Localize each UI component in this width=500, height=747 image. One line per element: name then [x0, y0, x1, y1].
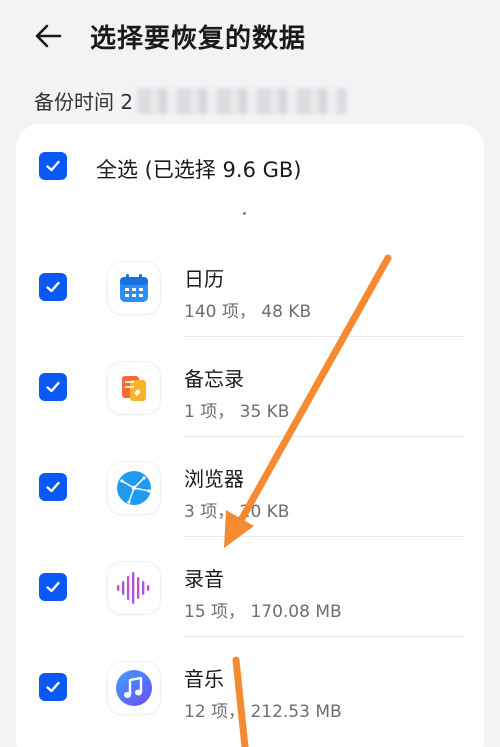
list-item-music[interactable]: 音乐 12 项， 212.53 MB: [16, 637, 484, 737]
checkmark-icon: [46, 281, 60, 293]
divider-dot: [243, 212, 246, 215]
data-list-card: 全选 (已选择 9.6 GB) 日历 140 项， 48 KB 备忘录 1 项，…: [16, 124, 484, 747]
item-checkbox[interactable]: [39, 373, 67, 401]
item-meta: 12 项， 212.53 MB: [184, 702, 342, 722]
list-item-notepad[interactable]: 备忘录 1 项， 35 KB: [16, 337, 484, 437]
select-all-label: 全选 (已选择 9.6 GB): [96, 158, 302, 182]
select-all-row[interactable]: 全选 (已选择 9.6 GB): [16, 124, 484, 214]
item-meta: 140 项， 48 KB: [184, 302, 312, 322]
calendar-icon: [108, 262, 160, 314]
item-meta: 15 项， 170.08 MB: [184, 602, 342, 622]
back-button[interactable]: [30, 16, 70, 56]
list-item-recorder[interactable]: 录音 15 项， 170.08 MB: [16, 537, 484, 637]
item-meta: 1 项， 35 KB: [184, 402, 290, 422]
item-checkbox[interactable]: [39, 673, 67, 701]
item-name: 备忘录: [184, 367, 244, 391]
music-note-icon: [108, 662, 160, 714]
item-meta: 3 项， 20 KB: [184, 502, 290, 522]
browser-globe-icon: [108, 462, 160, 514]
item-name: 录音: [184, 567, 224, 591]
backup-time: 备份时间 2: [34, 86, 348, 115]
backup-time-label: 备份时间 2: [34, 90, 134, 114]
checkmark-icon: [46, 381, 60, 393]
checkmark-icon: [46, 681, 60, 693]
notepad-icon: [108, 362, 160, 414]
checkmark-icon: [46, 481, 60, 493]
checkmark-icon: [46, 581, 60, 593]
list-item-browser[interactable]: 浏览器 3 项， 20 KB: [16, 437, 484, 537]
restore-data-screen: 选择要恢复的数据 备份时间 2 全选 (已选择 9.6 GB) 日历 140 项…: [0, 0, 500, 747]
item-name: 浏览器: [184, 467, 244, 491]
recorder-waveform-icon: [108, 562, 160, 614]
list-item-calendar[interactable]: 日历 140 项， 48 KB: [16, 237, 484, 337]
arrow-left-icon: [35, 24, 62, 48]
item-checkbox[interactable]: [39, 573, 67, 601]
top-bar: 选择要恢复的数据: [0, 0, 500, 72]
redacted-timestamp: [137, 87, 348, 114]
checkmark-icon: [46, 160, 60, 172]
item-name: 日历: [184, 267, 224, 291]
item-checkbox[interactable]: [39, 273, 67, 301]
item-name: 音乐: [184, 667, 224, 691]
select-all-checkbox[interactable]: [39, 152, 67, 180]
page-title: 选择要恢复的数据: [90, 24, 307, 54]
item-checkbox[interactable]: [39, 473, 67, 501]
